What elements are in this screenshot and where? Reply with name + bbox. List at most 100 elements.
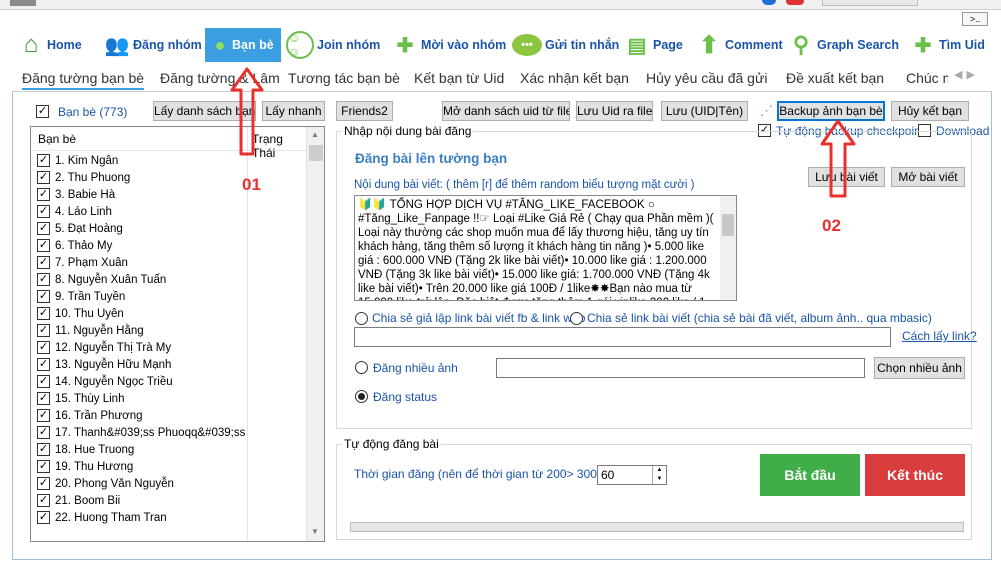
- friend-row[interactable]: ✓ 7. Phạm Xuân: [35, 255, 307, 272]
- start-button[interactable]: Bắt đầu: [760, 454, 860, 496]
- friend-row[interactable]: ✓ 13. Nguyễn Hữu Mạnh: [35, 357, 307, 374]
- share-link-radio[interactable]: [570, 312, 583, 325]
- friend-row[interactable]: ✓ 8. Nguyễn Xuân Tuấn: [35, 272, 307, 289]
- scroll-thumb[interactable]: [309, 145, 323, 161]
- tab-chuc-mung[interactable]: Chúc m: [906, 70, 948, 90]
- friend-checkbox[interactable]: ✓: [37, 494, 50, 507]
- menu-home[interactable]: ⌂ Home: [18, 28, 82, 62]
- tab-de-xuat-ket-ban[interactable]: Đề xuất kết bạn: [786, 70, 884, 90]
- scroll-up-icon[interactable]: ▲: [311, 130, 319, 139]
- friend-checkbox[interactable]: ✓: [37, 443, 50, 456]
- textarea-scroll-thumb[interactable]: [722, 214, 734, 236]
- friend-row[interactable]: ✓ 1. Kim Ngân: [35, 153, 307, 170]
- friend-checkbox[interactable]: ✓: [37, 171, 50, 184]
- friends2-button[interactable]: Friends2: [336, 101, 393, 121]
- friend-checkbox[interactable]: ✓: [37, 324, 50, 337]
- friend-checkbox[interactable]: ✓: [37, 205, 50, 218]
- how-get-link[interactable]: Cách lấy link?: [902, 329, 977, 343]
- save-uid-file-button[interactable]: Lưu Uid ra file: [576, 101, 653, 121]
- menu-ban-be[interactable]: ● Bạn bè: [205, 28, 281, 62]
- open-uid-file-button[interactable]: Mở danh sách uid từ file: [442, 101, 570, 121]
- friend-checkbox[interactable]: ✓: [37, 511, 50, 524]
- friend-list[interactable]: Bạn bè Trạng Thái ✓ 1. Kim Ngân ✓ 2. Thu Ph…: [30, 126, 325, 542]
- tab-tuong-tac-ban-be[interactable]: Tương tác bạn bè: [288, 70, 400, 90]
- choose-photos-button[interactable]: Chọn nhiều ảnh: [874, 357, 965, 379]
- menu-dang-nhom[interactable]: 👥 Đăng nhóm: [104, 28, 202, 62]
- tab-scroll-arrows[interactable]: ◀▶: [954, 68, 979, 81]
- friend-row[interactable]: ✓ 15. Thùy Linh: [35, 391, 307, 408]
- friend-checkbox[interactable]: ✓: [37, 256, 50, 269]
- friend-row[interactable]: ✓ 9. Trần Tuyền: [35, 289, 307, 306]
- multi-photo-radio[interactable]: [355, 361, 368, 374]
- friend-checkbox[interactable]: ✓: [37, 273, 50, 286]
- tab-huy-yeu-cau[interactable]: Hủy yêu cầu đã gửi: [646, 70, 767, 90]
- friend-name: 19. Thu Hương: [55, 461, 134, 473]
- friend-row[interactable]: ✓ 4. Láo Linh: [35, 204, 307, 221]
- share-sim-radio[interactable]: [355, 312, 368, 325]
- interval-input[interactable]: 60 ▲ ▼: [597, 465, 667, 485]
- friend-checkbox[interactable]: ✓: [37, 239, 50, 252]
- friend-checkbox[interactable]: ✓: [37, 154, 50, 167]
- friend-checkbox[interactable]: ✓: [37, 460, 50, 473]
- friend-checkbox[interactable]: ✓: [37, 222, 50, 235]
- scroll-down-icon[interactable]: ▼: [311, 527, 319, 536]
- menu-join-nhom[interactable]: ☺☺ Join nhóm: [286, 28, 380, 62]
- stop-button[interactable]: Kết thúc: [865, 454, 965, 496]
- menu-tim-uid[interactable]: ✚ Tìm Uid: [910, 28, 985, 62]
- unfriend-button[interactable]: Hủy kết bạn: [891, 101, 969, 121]
- photo-path-input[interactable]: [496, 358, 865, 378]
- alert-icon: [786, 0, 804, 5]
- friend-row[interactable]: ✓ 11. Nguyễn Hằng: [35, 323, 307, 340]
- menu-comment[interactable]: ⬆ Comment: [696, 28, 783, 62]
- select-all-checkbox[interactable]: ✓: [36, 105, 49, 118]
- menu-graph-search[interactable]: ⚲ Graph Search: [788, 28, 899, 62]
- friend-checkbox[interactable]: ✓: [37, 358, 50, 371]
- menu-page[interactable]: ▤ Page: [624, 28, 683, 62]
- friend-checkbox[interactable]: ✓: [37, 477, 50, 490]
- friend-checkbox[interactable]: ✓: [37, 307, 50, 320]
- tab-ket-ban-tu-uid[interactable]: Kết bạn từ Uid: [414, 70, 504, 90]
- menu-moi-vao-nhom[interactable]: ✚ Mời vào nhóm: [392, 28, 507, 62]
- friend-row[interactable]: ✓ 5. Đạt Hoàng: [35, 221, 307, 238]
- friend-row[interactable]: ✓ 21. Boom Bii: [35, 493, 307, 510]
- friend-row[interactable]: ✓ 19. Thu Hương: [35, 459, 307, 476]
- friend-name: 21. Boom Bii: [55, 495, 121, 507]
- friend-row[interactable]: ✓ 10. Thu Uyên: [35, 306, 307, 323]
- collapse-button[interactable]: >..: [962, 12, 988, 26]
- friend-row[interactable]: ✓ 17. Thanh&#039;ss Phuoqq&#039;ss: [35, 425, 307, 442]
- friend-checkbox[interactable]: ✓: [37, 188, 50, 201]
- friend-name: 6. Thảo My: [55, 240, 113, 252]
- friend-row[interactable]: ✓ 18. Hue Truong: [35, 442, 307, 459]
- textarea-scrollbar[interactable]: [720, 196, 736, 300]
- open-post-button[interactable]: Mở bài viết: [891, 167, 965, 187]
- spinner-arrows-icon[interactable]: ▲ ▼: [652, 466, 666, 484]
- save-uid-name-button[interactable]: Lưu (UID|Tên): [661, 101, 748, 121]
- friend-row[interactable]: ✓ 3. Babie Hà: [35, 187, 307, 204]
- magnifier-icon: ⚲: [792, 32, 810, 57]
- menu-gui-tin-nhan[interactable]: ••• Gửi tin nhắn: [512, 28, 619, 62]
- share-sim-label: Chia sẻ giả lập link bài viết fb & link …: [372, 311, 586, 325]
- friend-row[interactable]: ✓ 22. Huong Tham Tran: [35, 510, 307, 527]
- friend-row[interactable]: ✓ 16. Trần Phương: [35, 408, 307, 425]
- friend-checkbox[interactable]: ✓: [37, 290, 50, 303]
- load-fast-button[interactable]: Lấy nhanh: [262, 101, 325, 121]
- col-name-header[interactable]: Bạn bè: [38, 132, 76, 146]
- friend-row[interactable]: ✓ 20. Phong Văn Nguyễn: [35, 476, 307, 493]
- status-radio[interactable]: [355, 390, 368, 403]
- friend-checkbox[interactable]: ✓: [37, 341, 50, 354]
- join-group-icon: ☺☺: [286, 31, 314, 59]
- friend-checkbox[interactable]: ✓: [37, 392, 50, 405]
- tab-xac-nhan-ket-ban[interactable]: Xác nhận kết bạn: [520, 70, 629, 90]
- friend-checkbox[interactable]: ✓: [37, 375, 50, 388]
- friend-row[interactable]: ✓ 12. Nguyễn Thị Trà My: [35, 340, 307, 357]
- friend-checkbox[interactable]: ✓: [37, 409, 50, 422]
- share-link-input[interactable]: [354, 327, 891, 347]
- friend-row[interactable]: ✓ 2. Thu Phuong: [35, 170, 307, 187]
- friend-row[interactable]: ✓ 6. Thảo My: [35, 238, 307, 255]
- friend-row[interactable]: ✓ 14. Nguyễn Ngọc Triều: [35, 374, 307, 391]
- menu-label: Tìm Uid: [939, 38, 985, 52]
- friend-checkbox[interactable]: ✓: [37, 426, 50, 439]
- post-content-textarea[interactable]: 🔰🔰 TỔNG HỢP DỊCH VỤ #TĂNG_LIKE_FACEBOOK …: [354, 195, 737, 301]
- friend-list-scrollbar[interactable]: ▲ ▼: [306, 127, 324, 541]
- tab-dang-tuong-ban-be[interactable]: Đăng tường bạn bè: [22, 70, 145, 90]
